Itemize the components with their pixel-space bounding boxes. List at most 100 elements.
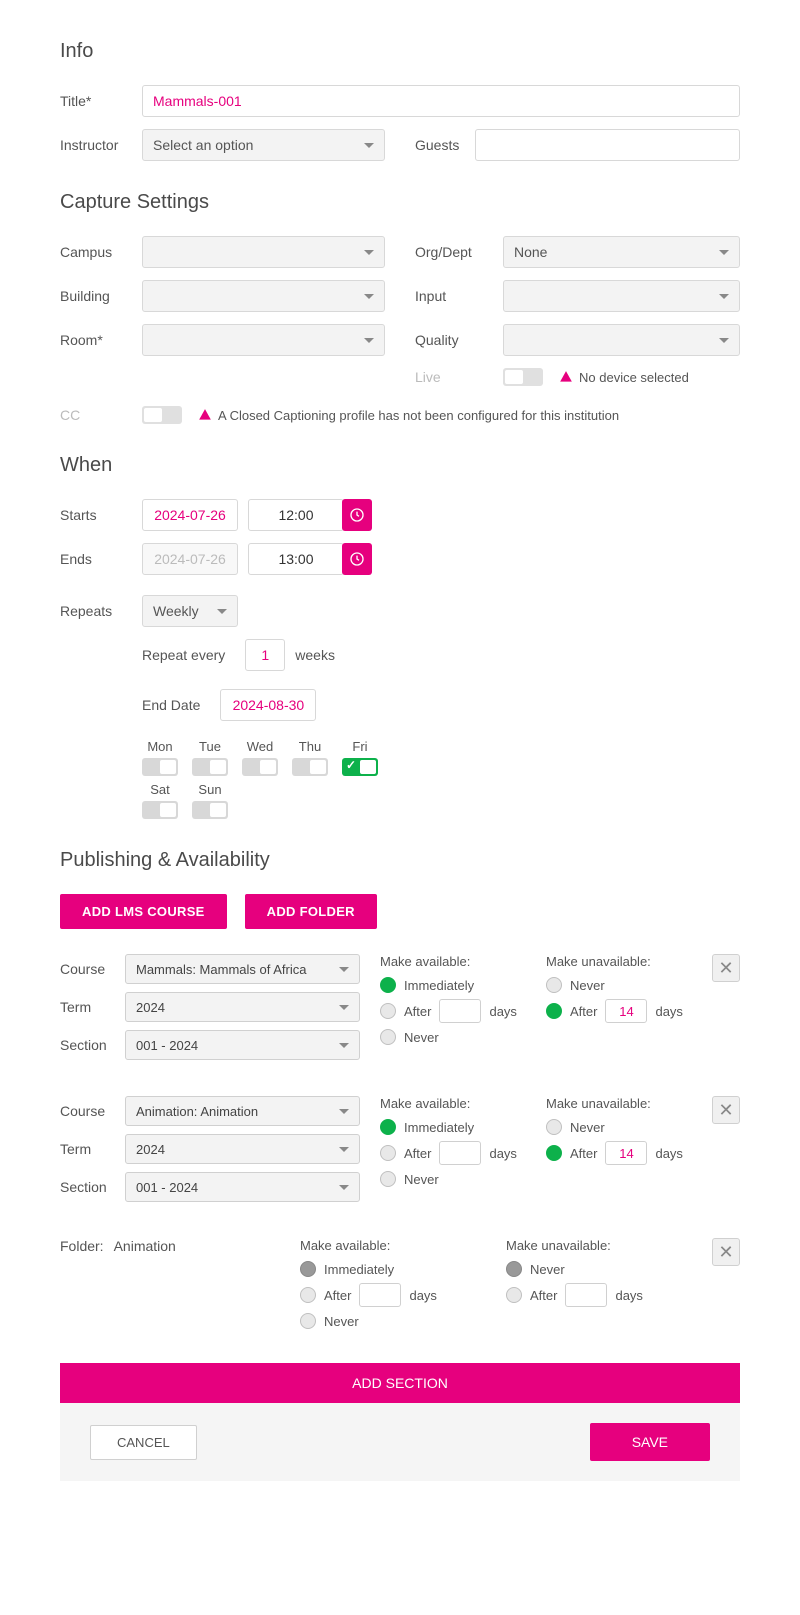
day-toggle-sun[interactable] — [192, 801, 228, 819]
avail-after-days-input[interactable] — [359, 1283, 401, 1307]
chevron-down-icon — [339, 1109, 349, 1114]
heading-info: Info — [60, 40, 740, 63]
label-ends: Ends — [60, 551, 142, 567]
heading-publishing: Publishing & Availability — [60, 849, 740, 872]
campus-select[interactable] — [142, 236, 385, 268]
unavail-after-days-input[interactable] — [605, 999, 647, 1023]
term-select[interactable]: 2024 — [125, 992, 360, 1022]
radio-unavail-after[interactable] — [546, 1003, 562, 1019]
day-label-thu: Thu — [299, 739, 321, 754]
radio-avail-after[interactable] — [300, 1287, 316, 1303]
chevron-down-icon — [364, 294, 374, 299]
start-time-input[interactable] — [248, 499, 344, 531]
end-time-picker-button[interactable] — [342, 543, 372, 575]
course-select[interactable]: Mammals: Mammals of Africa — [125, 954, 360, 984]
add-lms-course-button[interactable]: ADD LMS COURSE — [60, 894, 227, 929]
label-section: Section — [60, 1037, 125, 1053]
section-select[interactable]: 001 - 2024 — [125, 1030, 360, 1060]
live-toggle[interactable] — [503, 368, 543, 386]
radio-avail-immediately[interactable] — [380, 1119, 396, 1135]
end-date-input[interactable] — [142, 543, 238, 575]
repeats-value: Weekly — [153, 603, 199, 619]
avail-after-days-input[interactable] — [439, 1141, 481, 1165]
remove-entry-button[interactable]: ✕ — [712, 1096, 740, 1124]
orgdept-value: None — [514, 244, 547, 260]
chevron-down-icon — [364, 250, 374, 255]
radio-unavail-never[interactable] — [546, 977, 562, 993]
radio-avail-never[interactable] — [380, 1029, 396, 1045]
repeat-every-input[interactable] — [245, 639, 285, 671]
day-toggle-tue[interactable] — [192, 758, 228, 776]
day-toggle-sat[interactable] — [142, 801, 178, 819]
day-toggle-wed[interactable] — [242, 758, 278, 776]
label-make-unavailable: Make unavailable: — [546, 954, 692, 969]
label-starts: Starts — [60, 507, 142, 523]
radio-unavail-never[interactable] — [546, 1119, 562, 1135]
label-cc: CC — [60, 407, 142, 423]
radio-unavail-after[interactable] — [546, 1145, 562, 1161]
chevron-down-icon — [339, 1185, 349, 1190]
cc-toggle[interactable] — [142, 406, 182, 424]
add-folder-button[interactable]: ADD FOLDER — [245, 894, 377, 929]
course-select[interactable]: Animation: Animation — [125, 1096, 360, 1126]
instructor-select-value: Select an option — [153, 137, 253, 153]
repeats-select[interactable]: Weekly — [142, 595, 238, 627]
day-label-wed: Wed — [247, 739, 274, 754]
term-select[interactable]: 2024 — [125, 1134, 360, 1164]
radio-unavail-never[interactable] — [506, 1261, 522, 1277]
instructor-select[interactable]: Select an option — [142, 129, 385, 161]
title-input[interactable] — [142, 85, 740, 117]
radio-unavail-after[interactable] — [506, 1287, 522, 1303]
chevron-down-icon — [339, 967, 349, 972]
close-icon: ✕ — [718, 958, 733, 979]
day-toggle-mon[interactable] — [142, 758, 178, 776]
end-time-input[interactable] — [248, 543, 344, 575]
start-time-picker-button[interactable] — [342, 499, 372, 531]
label-course: Course — [60, 1103, 125, 1119]
remove-entry-button[interactable]: ✕ — [712, 954, 740, 982]
label-repeat-end-date: End Date — [142, 697, 200, 713]
save-button[interactable]: SAVE — [590, 1423, 710, 1461]
day-label-sun: Sun — [198, 782, 221, 797]
remove-folder-button[interactable]: ✕ — [712, 1238, 740, 1266]
unavail-after-days-input[interactable] — [565, 1283, 607, 1307]
quality-select[interactable] — [503, 324, 740, 356]
label-room: Room* — [60, 332, 142, 348]
radio-avail-never[interactable] — [380, 1171, 396, 1187]
radio-avail-never[interactable] — [300, 1313, 316, 1329]
input-select[interactable] — [503, 280, 740, 312]
chevron-down-icon — [217, 609, 227, 614]
label-input: Input — [415, 288, 503, 304]
avail-after-days-input[interactable] — [439, 999, 481, 1023]
radio-avail-after[interactable] — [380, 1145, 396, 1161]
label-term: Term — [60, 999, 125, 1015]
chevron-down-icon — [339, 1005, 349, 1010]
building-select[interactable] — [142, 280, 385, 312]
guests-input[interactable] — [475, 129, 740, 161]
unavail-after-days-input[interactable] — [605, 1141, 647, 1165]
label-campus: Campus — [60, 244, 142, 260]
label-make-available: Make available: — [380, 1096, 526, 1111]
cancel-button[interactable]: CANCEL — [90, 1425, 197, 1460]
section-select[interactable]: 001 - 2024 — [125, 1172, 360, 1202]
publish-entry: Course Mammals: Mammals of Africa Term 2… — [60, 954, 740, 1068]
radio-avail-after[interactable] — [380, 1003, 396, 1019]
chevron-down-icon — [364, 338, 374, 343]
start-date-input[interactable] — [142, 499, 238, 531]
warning-icon — [559, 370, 573, 384]
orgdept-select[interactable]: None — [503, 236, 740, 268]
day-toggle-thu[interactable] — [292, 758, 328, 776]
label-repeats: Repeats — [60, 603, 142, 619]
day-toggle-fri[interactable] — [342, 758, 378, 776]
radio-avail-immediately[interactable] — [300, 1261, 316, 1277]
room-select[interactable] — [142, 324, 385, 356]
add-section-button[interactable]: ADD SECTION — [60, 1363, 740, 1403]
label-section: Section — [60, 1179, 125, 1195]
radio-avail-immediately[interactable] — [380, 977, 396, 993]
label-instructor: Instructor — [60, 137, 142, 153]
label-quality: Quality — [415, 332, 503, 348]
repeat-end-date-input[interactable] — [220, 689, 316, 721]
folder-entry: Folder: Animation Make available: Immedi… — [60, 1238, 740, 1335]
chevron-down-icon — [719, 294, 729, 299]
label-repeat-every: Repeat every — [142, 647, 225, 663]
